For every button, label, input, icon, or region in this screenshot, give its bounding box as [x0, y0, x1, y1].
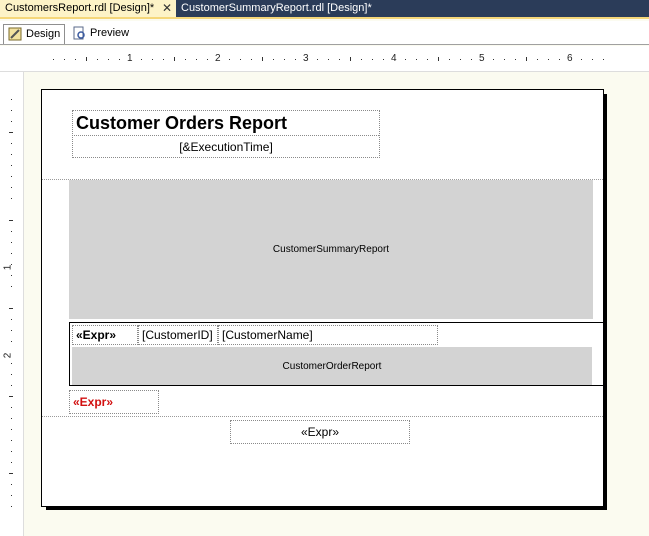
footer-expression-textbox[interactable]: «Expr» — [230, 420, 410, 444]
row-expression-cell[interactable]: «Expr» — [72, 325, 138, 345]
ruler-number: 6 — [567, 53, 573, 64]
ruler-number: 2 — [215, 53, 221, 64]
customer-order-subreport[interactable]: CustomerOrderReport — [72, 347, 592, 385]
ruler-ticks — [9, 99, 13, 507]
ruler-number: 5 — [479, 53, 485, 64]
view-tab-bar: Design Preview — [0, 21, 649, 45]
customer-list[interactable]: «Expr» [CustomerID] [CustomerName] Custo… — [69, 322, 605, 386]
customer-id-cell[interactable]: [CustomerID] — [138, 325, 218, 345]
tab-label: CustomerSummaryReport.rdl [Design]* — [181, 2, 372, 14]
preview-label: Preview — [90, 27, 130, 39]
horizontal-ruler: 1 2 3 4 5 6 — [0, 46, 649, 72]
ruler-number: 1 — [127, 53, 133, 64]
ruler-number: 4 — [391, 53, 397, 64]
customer-name-cell[interactable]: [CustomerName] — [218, 325, 438, 345]
ruler-number: 1 — [2, 264, 14, 271]
close-icon[interactable]: ✕ — [162, 0, 172, 17]
ruler-ticks — [53, 57, 604, 61]
subreport-label: CustomerSummaryReport — [272, 244, 390, 255]
execution-time-textbox[interactable]: [&ExecutionTime] — [73, 137, 379, 157]
ruler-number: 2 — [2, 352, 14, 359]
footer-separator — [42, 416, 603, 417]
subreport-label: CustomerOrderReport — [282, 360, 382, 372]
design-label: Design — [26, 28, 61, 40]
tab-customer-summary-report[interactable]: CustomerSummaryReport.rdl [Design]* — [176, 0, 386, 17]
document-tab-strip: CustomersReport.rdl [Design]* ✕ Customer… — [0, 0, 649, 19]
ruler-number: 3 — [303, 53, 309, 64]
customer-summary-subreport[interactable]: CustomerSummaryReport — [69, 180, 593, 319]
tab-design[interactable]: Design — [3, 24, 65, 44]
title-textbox-group[interactable]: Customer Orders Report [&ExecutionTime] — [72, 110, 380, 158]
preview-icon — [73, 26, 85, 40]
vertical-ruler: 1 2 — [0, 72, 24, 536]
tab-customers-report[interactable]: CustomersReport.rdl [Design]* ✕ — [0, 0, 176, 17]
red-expression-textbox[interactable]: «Expr» — [69, 390, 159, 414]
design-icon — [8, 27, 22, 41]
tab-label: CustomersReport.rdl [Design]* — [5, 2, 155, 14]
report-page[interactable]: Customer Orders Report [&ExecutionTime] … — [41, 89, 605, 507]
report-title[interactable]: Customer Orders Report — [74, 112, 379, 136]
tab-preview[interactable]: Preview — [68, 24, 132, 44]
